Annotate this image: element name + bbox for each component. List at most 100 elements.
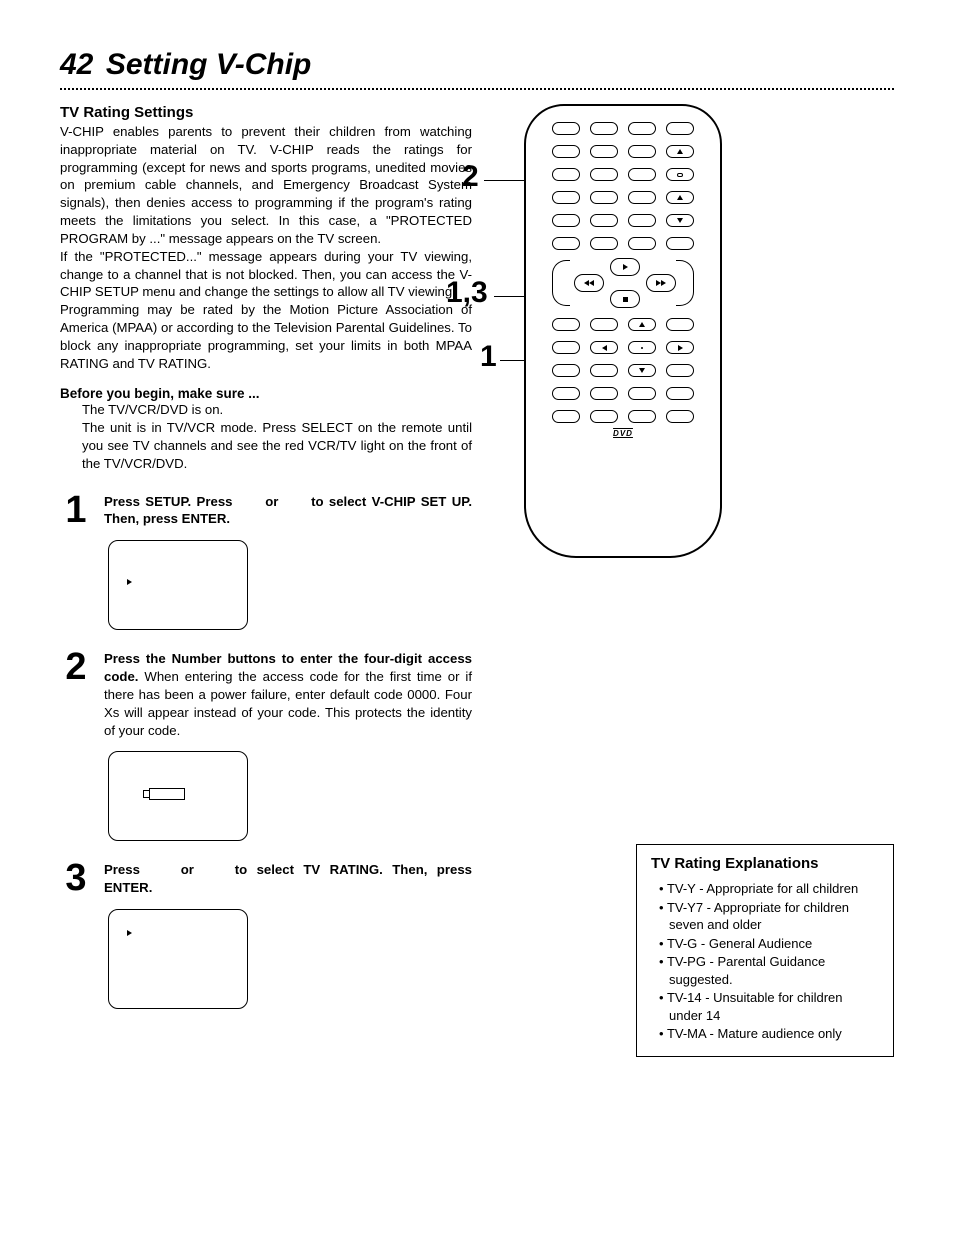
down-icon — [677, 218, 683, 223]
remote-illustration: DVD — [524, 104, 894, 558]
remote-button — [666, 168, 694, 181]
bracket-left-icon — [552, 260, 570, 306]
screen-illustration-2 — [108, 751, 248, 841]
step-2-rest: When entering the access code for the fi… — [104, 669, 472, 737]
step-1-number: 1 — [60, 493, 92, 529]
remote-button — [628, 122, 656, 135]
remote-button — [590, 122, 618, 135]
remote-down-button — [628, 364, 656, 377]
section-heading: TV Rating Settings — [60, 104, 472, 121]
remote-left-button — [590, 341, 618, 354]
step-3-number: 3 — [60, 861, 92, 897]
step-2: 2 Press the Number buttons to enter the … — [60, 650, 472, 739]
sidebar-list: TV-Y - Appropriate for all children TV-Y… — [651, 880, 879, 1043]
callout-1: 1 — [480, 340, 497, 374]
remote-stop-button — [610, 290, 640, 308]
intro-paragraph-2: If the "PROTECTED..." message appears du… — [60, 248, 472, 301]
step-1: 1 Press SETUP. Press or to select V-CHIP… — [60, 493, 472, 529]
step-1-text-a: Press SETUP. Press — [104, 494, 238, 509]
remote-row — [526, 318, 720, 331]
remote-button — [628, 191, 656, 204]
screen-illustration-1 — [108, 540, 248, 630]
remote-button — [590, 318, 618, 331]
step-1-text-or: or — [260, 494, 284, 509]
remote-button — [628, 410, 656, 423]
remote-button — [552, 364, 580, 377]
step-3: 3 Press or to select TV RATING. Then, pr… — [60, 861, 472, 897]
remote-right-button — [666, 341, 694, 354]
circle-icon — [641, 347, 643, 349]
callout-1-3: 1,3 — [446, 276, 488, 310]
rewind-icon — [589, 280, 594, 286]
remote-row — [526, 214, 720, 227]
stop-icon — [623, 297, 628, 302]
remote-button — [628, 214, 656, 227]
remote-row — [526, 191, 720, 204]
remote-button — [552, 145, 580, 158]
sidebar-item: TV-PG - Parental Guidance suggested. — [651, 953, 879, 988]
down-icon — [639, 368, 645, 373]
ff-icon — [661, 280, 666, 286]
before-line-1: The TV/VCR/DVD is on. — [82, 401, 472, 419]
page-title: Setting V-Chip — [106, 48, 312, 81]
page-header: 42 Setting V-Chip — [60, 48, 894, 82]
step-2-number: 2 — [60, 650, 92, 739]
remote-button — [666, 364, 694, 377]
remote-row — [526, 145, 720, 158]
remote-button — [552, 318, 580, 331]
remote-row — [526, 410, 720, 423]
remote-button — [590, 237, 618, 250]
remote-button — [552, 387, 580, 400]
cursor-triangle-icon — [127, 579, 132, 585]
remote-button — [590, 364, 618, 377]
remote-play-cluster — [526, 258, 720, 308]
page-number: 42 — [60, 48, 93, 81]
sidebar-item: TV-G - General Audience — [651, 935, 879, 953]
step-1-body: Press SETUP. Press or to select V-CHIP S… — [104, 493, 472, 529]
remote-button — [590, 387, 618, 400]
remote-button — [666, 237, 694, 250]
remote-row — [526, 387, 720, 400]
screen2-field-icon — [149, 788, 185, 800]
header-divider — [60, 88, 894, 90]
remote-up-button — [628, 318, 656, 331]
remote-button — [552, 341, 580, 354]
remote-button — [628, 237, 656, 250]
remote-row — [526, 168, 720, 181]
remote-enter-button — [628, 341, 656, 354]
remote-eject-button — [666, 145, 694, 158]
remote-button — [666, 122, 694, 135]
step-3-text-or: or — [171, 862, 203, 877]
remote-button — [552, 410, 580, 423]
remote-row — [526, 364, 720, 377]
remote-button — [552, 168, 580, 181]
sidebar-item: TV-MA - Mature audience only — [651, 1025, 879, 1043]
sidebar-box: TV Rating Explanations TV-Y - Appropriat… — [636, 844, 894, 1057]
remote-ch-down-button — [666, 214, 694, 227]
remote-button — [590, 214, 618, 227]
remote-row — [526, 122, 720, 135]
sidebar-item: TV-Y - Appropriate for all children — [651, 880, 879, 898]
remote-row — [526, 341, 720, 354]
remote-dvd-label: DVD — [526, 429, 720, 438]
screen-illustration-3 — [108, 909, 248, 1009]
remote-button — [628, 168, 656, 181]
remote-button — [666, 318, 694, 331]
sidebar-item: TV-14 - Unsuitable for children under 14 — [651, 989, 879, 1024]
remote-button — [552, 237, 580, 250]
up-icon — [677, 195, 683, 200]
left-column: TV Rating Settings V-CHIP enables parent… — [60, 104, 472, 1013]
right-icon — [678, 345, 683, 351]
bracket-right-icon — [676, 260, 694, 306]
right-column: 2 1,3 1 — [500, 104, 894, 1013]
remote-button — [590, 145, 618, 158]
before-line-2: The unit is in TV/VCR mode. Press SELECT… — [82, 419, 472, 472]
remote-ff-button — [646, 274, 676, 292]
step-3-text-a: Press — [104, 862, 149, 877]
remote-row — [526, 237, 720, 250]
step-3-text-b: to select TV RATING. Then, press ENTER. — [104, 862, 472, 895]
step-2-body: Press the Number buttons to enter the fo… — [104, 650, 472, 739]
intro-paragraph-1: V-CHIP enables parents to prevent their … — [60, 123, 472, 248]
cursor-triangle-icon — [127, 930, 132, 936]
left-icon — [602, 345, 607, 351]
